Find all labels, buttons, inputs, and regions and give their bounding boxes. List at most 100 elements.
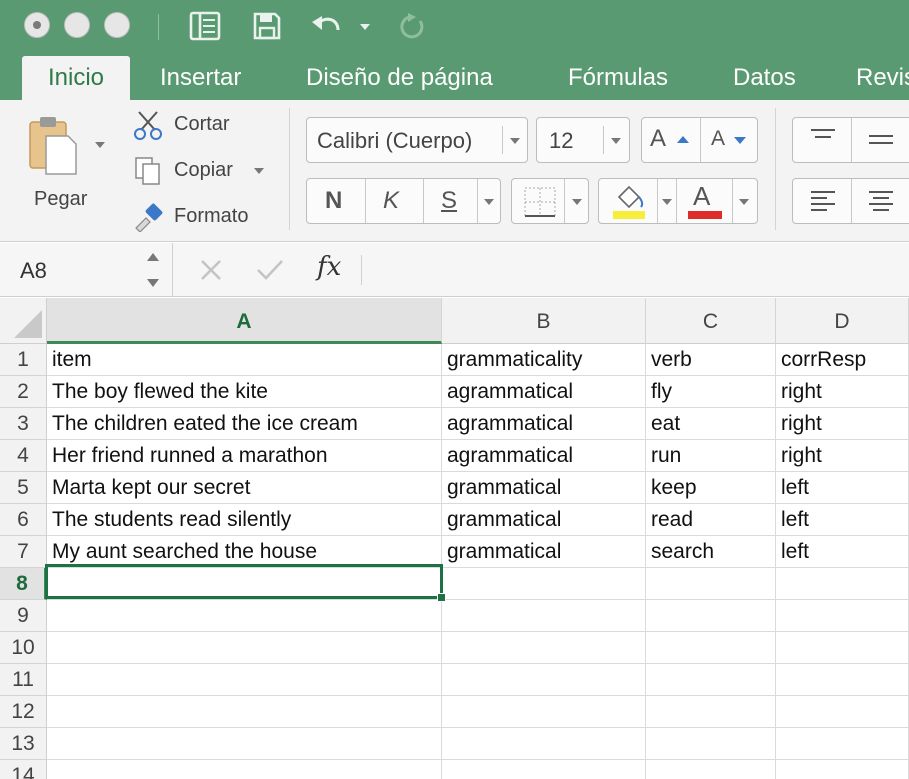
row-header[interactable]: 3 — [0, 408, 47, 440]
empty-cell[interactable] — [776, 760, 909, 779]
font-name-select[interactable]: Calibri (Cuerpo) — [306, 117, 528, 163]
tab-formulas[interactable]: Fórmulas — [568, 56, 668, 100]
cell-d3[interactable]: right — [776, 408, 909, 440]
empty-cell[interactable] — [646, 760, 776, 779]
cell-d4[interactable]: right — [776, 440, 909, 472]
save-icon[interactable] — [250, 9, 284, 43]
empty-cell[interactable] — [776, 696, 909, 728]
name-box-stepper-icon[interactable] — [146, 251, 160, 289]
formula-input[interactable] — [372, 255, 892, 285]
tab-revisar[interactable]: Revis — [856, 56, 909, 100]
cell-c1[interactable]: verb — [646, 344, 776, 376]
fill-color-icon[interactable] — [611, 183, 647, 221]
cell-d2[interactable]: right — [776, 376, 909, 408]
cell-a3[interactable]: The children eated the ice cream — [47, 408, 442, 440]
fill-color-dropdown-icon[interactable] — [662, 199, 672, 205]
copy-button[interactable]: Copiar — [174, 159, 233, 182]
shrink-font-button[interactable]: A — [701, 118, 759, 162]
cell-c7[interactable]: search — [646, 536, 776, 568]
cell-a4[interactable]: Her friend runned a marathon — [47, 440, 442, 472]
cell-a5[interactable]: Marta kept our secret — [47, 472, 442, 504]
fill-handle[interactable] — [437, 593, 446, 602]
borders-button[interactable] — [511, 178, 589, 224]
copy-dropdown-icon[interactable] — [254, 168, 264, 174]
empty-cell[interactable] — [442, 632, 646, 664]
empty-cell[interactable] — [776, 568, 909, 600]
cell-a2[interactable]: The boy flewed the kite — [47, 376, 442, 408]
sidebar-toggle-icon[interactable] — [188, 9, 222, 43]
empty-cell[interactable] — [47, 632, 442, 664]
cell-b5[interactable]: grammatical — [442, 472, 646, 504]
cell-b7[interactable]: grammatical — [442, 536, 646, 568]
format-painter-icon[interactable] — [132, 202, 164, 233]
cell-a1[interactable]: item — [47, 344, 442, 376]
row-header[interactable]: 13 — [0, 728, 47, 760]
empty-cell[interactable] — [776, 632, 909, 664]
cell-c2[interactable]: fly — [646, 376, 776, 408]
cell-c5[interactable]: keep — [646, 472, 776, 504]
empty-cell[interactable] — [442, 664, 646, 696]
align-top-icon[interactable] — [809, 128, 837, 148]
cell-b3[interactable]: agrammatical — [442, 408, 646, 440]
cell-b2[interactable]: agrammatical — [442, 376, 646, 408]
scissors-icon[interactable] — [133, 110, 163, 140]
row-header[interactable]: 12 — [0, 696, 47, 728]
cell-d7[interactable]: left — [776, 536, 909, 568]
tab-diseno-de-pagina[interactable]: Diseño de página — [306, 56, 493, 100]
cell-c3[interactable]: eat — [646, 408, 776, 440]
copy-icon[interactable] — [134, 156, 162, 186]
cell-b4[interactable]: agrammatical — [442, 440, 646, 472]
empty-cell[interactable] — [47, 664, 442, 696]
empty-cell[interactable] — [47, 696, 442, 728]
column-header-a[interactable]: A — [47, 298, 442, 344]
align-left-icon[interactable] — [809, 189, 837, 213]
underline-button[interactable]: S — [441, 187, 457, 215]
column-header-c[interactable]: C — [646, 298, 776, 344]
column-header-d[interactable]: D — [776, 298, 909, 344]
grow-font-button[interactable]: A — [642, 118, 700, 162]
empty-cell[interactable] — [646, 728, 776, 760]
select-all-button[interactable] — [0, 298, 47, 344]
tab-insertar[interactable]: Insertar — [160, 56, 241, 100]
column-header-b[interactable]: B — [442, 298, 646, 344]
empty-cell[interactable] — [47, 600, 442, 632]
empty-cell[interactable] — [442, 568, 646, 600]
empty-cell[interactable] — [47, 760, 442, 779]
format-painter-button[interactable]: Formato — [174, 205, 248, 228]
undo-icon[interactable] — [310, 9, 344, 43]
align-middle-icon[interactable] — [867, 130, 895, 150]
row-header[interactable]: 14 — [0, 760, 47, 779]
row-header[interactable]: 10 — [0, 632, 47, 664]
empty-cell[interactable] — [442, 760, 646, 779]
font-color-dropdown-icon[interactable] — [739, 199, 749, 205]
confirm-entry-icon[interactable] — [255, 258, 285, 282]
align-center-icon[interactable] — [867, 189, 895, 213]
row-header[interactable]: 2 — [0, 376, 47, 408]
cell-d1[interactable]: corrResp — [776, 344, 909, 376]
row-header[interactable]: 5 — [0, 472, 47, 504]
insert-function-button[interactable]: fx — [317, 252, 341, 282]
underline-dropdown-icon[interactable] — [484, 199, 494, 205]
tab-inicio[interactable]: Inicio — [22, 56, 130, 100]
empty-cell[interactable] — [47, 728, 442, 760]
empty-cell[interactable] — [646, 600, 776, 632]
bold-button[interactable]: N — [325, 187, 342, 215]
tab-datos[interactable]: Datos — [733, 56, 796, 100]
paste-dropdown-icon[interactable] — [95, 142, 105, 148]
name-box[interactable]: A8 — [20, 258, 47, 284]
cell-d6[interactable]: left — [776, 504, 909, 536]
cell-d5[interactable]: left — [776, 472, 909, 504]
font-color-button[interactable]: A — [693, 181, 710, 212]
empty-cell[interactable] — [776, 728, 909, 760]
empty-cell[interactable] — [442, 600, 646, 632]
close-window-button[interactable] — [24, 12, 50, 38]
cell-b1[interactable]: grammaticality — [442, 344, 646, 376]
empty-cell[interactable] — [646, 632, 776, 664]
row-header[interactable]: 9 — [0, 600, 47, 632]
cell-a6[interactable]: The students read silently — [47, 504, 442, 536]
cancel-entry-icon[interactable] — [199, 258, 223, 282]
italic-button[interactable]: K — [383, 187, 399, 215]
row-header-selected[interactable]: 8 — [0, 568, 47, 600]
cell-b6[interactable]: grammatical — [442, 504, 646, 536]
empty-cell[interactable] — [442, 728, 646, 760]
